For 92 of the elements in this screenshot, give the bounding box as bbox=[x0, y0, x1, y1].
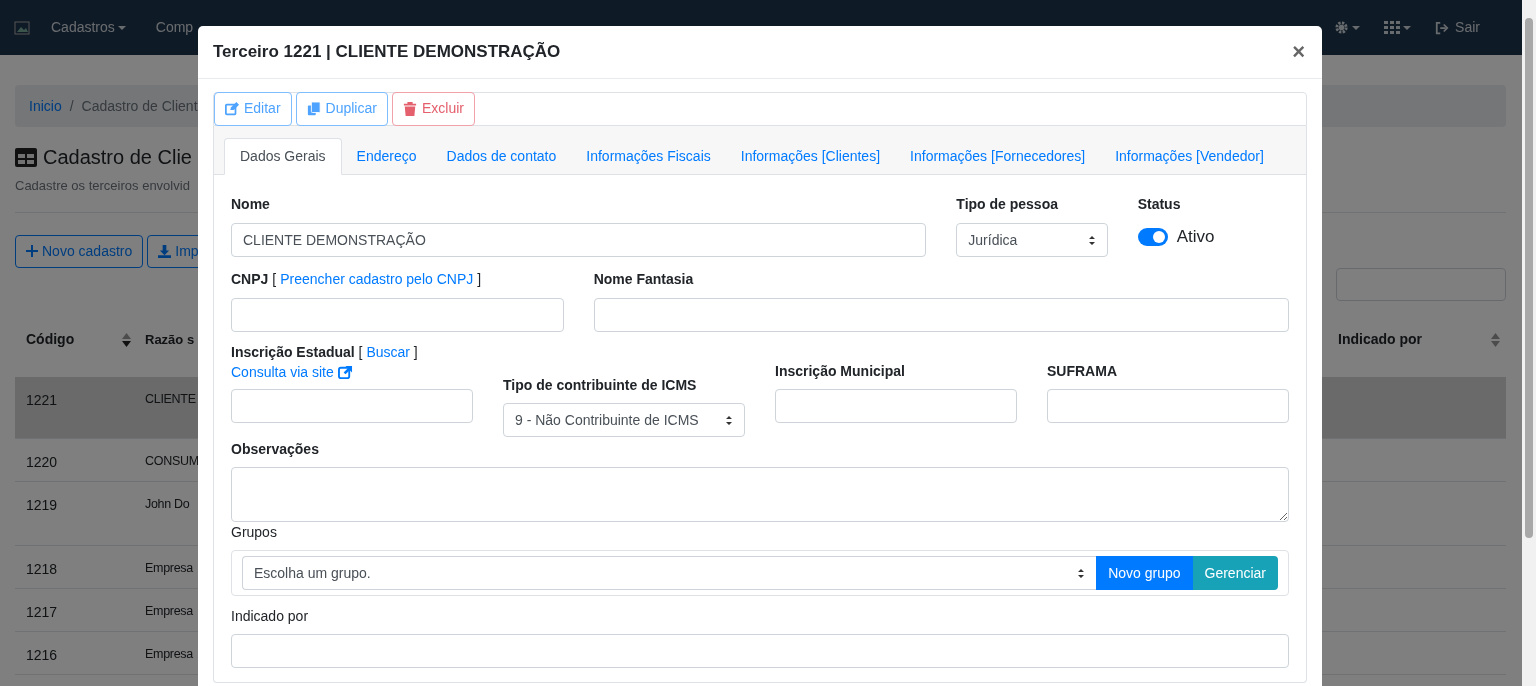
image-icon bbox=[14, 19, 30, 36]
nav-menu-item[interactable]: Cadastros bbox=[43, 17, 134, 38]
settings-menu[interactable] bbox=[1334, 20, 1361, 35]
sort-icon bbox=[1491, 332, 1500, 347]
input-field[interactable]: CLIENTE DEMONSTRAÇÃO bbox=[231, 223, 927, 257]
input-field[interactable] bbox=[775, 389, 1017, 423]
tab[interactable]: Dados Gerais bbox=[224, 138, 342, 175]
breadcrumb-link[interactable]: Inicio bbox=[29, 95, 62, 117]
status-label: Ativo bbox=[1176, 226, 1215, 248]
bracket: ] bbox=[413, 344, 418, 360]
table-cell-text: 1220 bbox=[25, 452, 59, 472]
select-field[interactable]: Jurídica bbox=[956, 223, 1108, 257]
bracket: ] bbox=[477, 270, 482, 289]
select-arrows-icon bbox=[1087, 234, 1096, 246]
new-record-button[interactable]: Novo cadastro bbox=[15, 234, 144, 268]
logout-link[interactable]: Sair bbox=[1435, 17, 1480, 38]
column-header[interactable]: Código bbox=[26, 329, 75, 350]
select-arrows-icon bbox=[1077, 567, 1086, 579]
field-label: Inscrição Estadual bbox=[231, 344, 355, 360]
tab[interactable]: Informações [Clientes] bbox=[725, 138, 896, 175]
tab[interactable]: Endereço bbox=[341, 138, 432, 175]
trash-icon bbox=[402, 101, 417, 116]
input-field[interactable] bbox=[231, 389, 473, 423]
field-label: Status bbox=[1137, 195, 1182, 214]
search-field[interactable] bbox=[1336, 267, 1506, 301]
table-cell-text: Empresa bbox=[144, 645, 193, 663]
table-cell-text: John Do bbox=[144, 495, 190, 513]
manage-button[interactable]: Gerenciar bbox=[1192, 556, 1278, 590]
column-header[interactable]: Indicado por bbox=[1338, 329, 1422, 350]
field-label: SUFRAMA bbox=[1047, 362, 1118, 381]
field-label: Tipo de contribuinte de ICMS bbox=[503, 376, 698, 395]
external-link-icon bbox=[337, 365, 353, 379]
field-label: Nome Fantasia bbox=[593, 270, 695, 289]
field-label: Grupos bbox=[231, 523, 278, 542]
select-arrows-icon bbox=[725, 414, 733, 426]
edit-button[interactable]: Editar bbox=[214, 91, 292, 126]
field-label: Observações bbox=[231, 440, 320, 459]
table-cell-text: 1221 bbox=[25, 390, 59, 410]
download-icon bbox=[158, 244, 172, 258]
input-field[interactable] bbox=[231, 298, 564, 332]
nav-menu-item[interactable]: Comp bbox=[147, 17, 202, 38]
copy-button[interactable]: Duplicar bbox=[295, 91, 388, 126]
tab[interactable]: Dados de contato bbox=[431, 138, 572, 175]
field-label: CNPJ bbox=[231, 270, 269, 289]
breadcrumb-current: Cadastro de Client bbox=[81, 96, 198, 116]
input-field[interactable] bbox=[1047, 389, 1289, 423]
table-icon bbox=[15, 147, 37, 167]
sort-icon bbox=[122, 332, 131, 347]
table-cell-text: 1219 bbox=[25, 495, 59, 515]
grid-icon bbox=[1384, 20, 1401, 35]
caret-icon bbox=[1352, 25, 1361, 30]
select-field[interactable]: 9 - Não Contribuinte de ICMS bbox=[503, 403, 745, 437]
table-cell-text: 1218 bbox=[25, 559, 59, 579]
table-cell-text: CONSUM bbox=[144, 452, 199, 470]
field-label: Inscrição Municipal bbox=[775, 362, 906, 381]
delete-button[interactable]: Excluir bbox=[391, 91, 475, 126]
input-field[interactable] bbox=[593, 298, 1289, 332]
copy-icon bbox=[306, 101, 321, 116]
field-label: Tipo de pessoa bbox=[956, 195, 1059, 214]
page-subtitle: Cadastre os terceiros envolvid bbox=[15, 177, 191, 195]
column-header[interactable]: Razão s bbox=[135, 329, 195, 350]
table-cell-text: 1216 bbox=[25, 645, 59, 665]
input-field[interactable] bbox=[231, 634, 1289, 668]
table-cell-text: Empresa bbox=[144, 559, 193, 577]
edit-icon bbox=[225, 101, 239, 116]
link[interactable]: Buscar bbox=[366, 344, 410, 360]
toggle-switch[interactable] bbox=[1137, 227, 1168, 246]
field-label: Indicado por bbox=[231, 607, 310, 626]
tab[interactable]: Informações Fiscais bbox=[571, 138, 726, 175]
plus-icon bbox=[26, 245, 38, 257]
close-button[interactable]: × bbox=[1292, 41, 1307, 63]
table-cell-text: Empresa bbox=[144, 602, 193, 620]
caret-icon bbox=[1403, 25, 1412, 30]
scrollbar[interactable] bbox=[1522, 0, 1536, 686]
table-cell-text: CLIENTE bbox=[144, 390, 196, 408]
settings-icon bbox=[1334, 20, 1350, 35]
tab[interactable]: Informações [Fornecedores] bbox=[895, 138, 1101, 175]
bracket: [ bbox=[358, 344, 363, 360]
tab[interactable]: Informações [Vendedor] bbox=[1100, 138, 1279, 175]
new-group-button[interactable]: Novo grupo bbox=[1096, 556, 1193, 590]
bracket: [ bbox=[272, 270, 277, 289]
breadcrumb-separator: / bbox=[69, 96, 74, 116]
table-cell-text: 1217 bbox=[25, 602, 59, 622]
select-field[interactable]: Escolha um grupo. bbox=[242, 556, 1097, 590]
field-label: Nome bbox=[231, 195, 271, 214]
page-title: Cadastro de Clie bbox=[43, 145, 192, 170]
link[interactable]: Preencher cadastro pelo CNPJ bbox=[280, 269, 474, 290]
text-area[interactable] bbox=[231, 467, 1289, 522]
link[interactable]: Consulta via site bbox=[231, 364, 353, 380]
sign-out-icon bbox=[1435, 20, 1450, 35]
apps-menu[interactable] bbox=[1384, 20, 1412, 35]
modal-title: Terceiro 1221 | CLIENTE DEMONSTRAÇÃO bbox=[213, 41, 561, 64]
